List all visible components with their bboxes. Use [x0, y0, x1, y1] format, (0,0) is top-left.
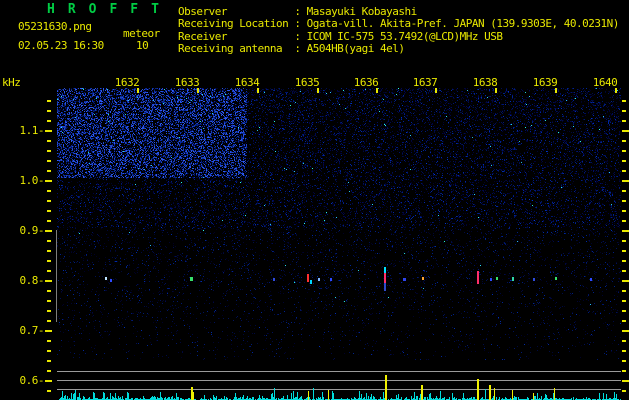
freq-tick-label: 0.9- [19, 224, 45, 237]
freq-tick-mark-left [47, 290, 51, 292]
time-tick-label: 1633 [174, 76, 200, 89]
freq-tick-mark-left [47, 270, 51, 272]
freq-tick-mark-left [47, 140, 51, 142]
freq-tick-mark-left [47, 120, 51, 122]
freq-tick-mark-left [47, 150, 51, 152]
time-tick-mark [317, 88, 319, 93]
freq-tick-mark-right [622, 140, 626, 142]
filename-label: 05231630.png [18, 20, 92, 33]
freq-tick-mark-left [47, 370, 51, 372]
freq-tick-mark-right [622, 340, 626, 342]
freq-tick-mark-right [622, 290, 626, 292]
freq-tick-mark-right [622, 190, 626, 192]
station-row: Receiving antenna : A504HB(yagi 4el) [178, 42, 405, 56]
time-tick-mark [435, 88, 437, 93]
freq-tick-mark-right [622, 270, 626, 272]
freq-tick-mark-left [47, 350, 51, 352]
freq-tick-mark-right [622, 220, 626, 222]
freq-tick-mark-right [622, 120, 626, 122]
freq-tick-mark-left [47, 240, 51, 242]
freq-tick-mark-right [622, 210, 626, 212]
freq-tick-mark-right [622, 240, 626, 242]
freq-tick-mark-left [47, 250, 51, 252]
freq-tick-mark-right [622, 260, 626, 262]
time-tick-mark [555, 88, 557, 93]
freq-tick-mark-right [622, 310, 626, 312]
freq-tick-mark-right [622, 250, 626, 252]
freq-tick-mark-left [47, 260, 51, 262]
time-tick-label: 1634 [234, 76, 260, 89]
freq-tick-mark-left [45, 280, 52, 282]
freq-tick-label: 1.0- [19, 174, 45, 187]
freq-tick-label: 0.6- [19, 374, 45, 387]
freq-tick-label: 1.1- [19, 124, 45, 137]
spectrogram-left-border [56, 230, 57, 322]
freq-tick-mark-right [622, 300, 626, 302]
freq-tick-mark-left [47, 310, 51, 312]
time-tick-label: 1636 [353, 76, 379, 89]
hrofft-image: HROFFT 05231630.png meteor 02.05.23 16:3… [0, 0, 629, 400]
freq-tick-mark-left [47, 100, 51, 102]
freq-tick-mark-right [622, 280, 629, 282]
time-tick-mark [257, 88, 259, 93]
freq-tick-mark-left [47, 320, 51, 322]
station-info: Observer : Masayuki Kobayashi Receiving L… [178, 5, 619, 56]
time-tick-label: 1635 [294, 76, 320, 89]
time-tick-label: 1639 [532, 76, 558, 89]
freq-tick-mark-right [622, 230, 629, 232]
meteor-count-label: 10 [136, 39, 149, 52]
freq-tick-mark-left [47, 220, 51, 222]
freq-tick-mark-right [622, 390, 626, 392]
freq-tick-mark-right [622, 130, 629, 132]
time-tick-label: 1638 [472, 76, 498, 89]
time-tick-mark [197, 88, 199, 93]
time-tick-mark [615, 88, 617, 93]
time-tick-mark [495, 88, 497, 93]
freq-tick-mark-left [47, 360, 51, 362]
time-tick-label: 1637 [412, 76, 438, 89]
time-tick-label: 1640 [592, 76, 618, 89]
freq-tick-mark-right [622, 200, 626, 202]
freq-tick-mark-right [622, 320, 626, 322]
freq-tick-mark-right [622, 370, 626, 372]
freq-tick-mark-right [622, 170, 626, 172]
mode-label: meteor [123, 27, 160, 40]
freq-tick-mark-left [47, 200, 51, 202]
freq-tick-mark-left [45, 130, 52, 132]
strength-trace-canvas [57, 358, 621, 400]
freq-tick-mark-left [47, 160, 51, 162]
freq-tick-mark-right [622, 330, 629, 332]
freq-tick-mark-right [622, 360, 626, 362]
freq-tick-mark-right [622, 380, 629, 382]
freq-tick-mark-left [45, 380, 52, 382]
page-title: HROFFT [47, 2, 172, 17]
freq-tick-label: 0.7- [19, 324, 45, 337]
time-tick-mark [137, 88, 139, 93]
freq-tick-mark-right [622, 150, 626, 152]
datetime-label: 02.05.23 16:30 [18, 39, 104, 52]
freq-tick-mark-left [47, 190, 51, 192]
freq-tick-mark-left [45, 230, 52, 232]
freq-tick-mark-right [622, 180, 629, 182]
station-row: Receiving Location : Ogata-vill. Akita-P… [178, 17, 619, 31]
freq-tick-mark-left [47, 390, 51, 392]
spectrogram-canvas [57, 88, 621, 360]
freq-tick-mark-left [47, 110, 51, 112]
freq-tick-mark-left [47, 300, 51, 302]
freq-tick-mark-left [47, 170, 51, 172]
freq-tick-mark-right [622, 110, 626, 112]
freq-tick-mark-right [622, 160, 626, 162]
freq-tick-label: 0.8- [19, 274, 45, 287]
time-tick-mark [376, 88, 378, 93]
freq-tick-mark-right [622, 100, 626, 102]
time-tick-label: 1632 [114, 76, 140, 89]
freq-tick-mark-left [47, 210, 51, 212]
freq-tick-mark-left [45, 330, 52, 332]
freq-unit-label: kHz [2, 76, 21, 89]
freq-tick-mark-left [47, 340, 51, 342]
freq-tick-mark-left [45, 180, 52, 182]
freq-tick-mark-right [622, 350, 626, 352]
